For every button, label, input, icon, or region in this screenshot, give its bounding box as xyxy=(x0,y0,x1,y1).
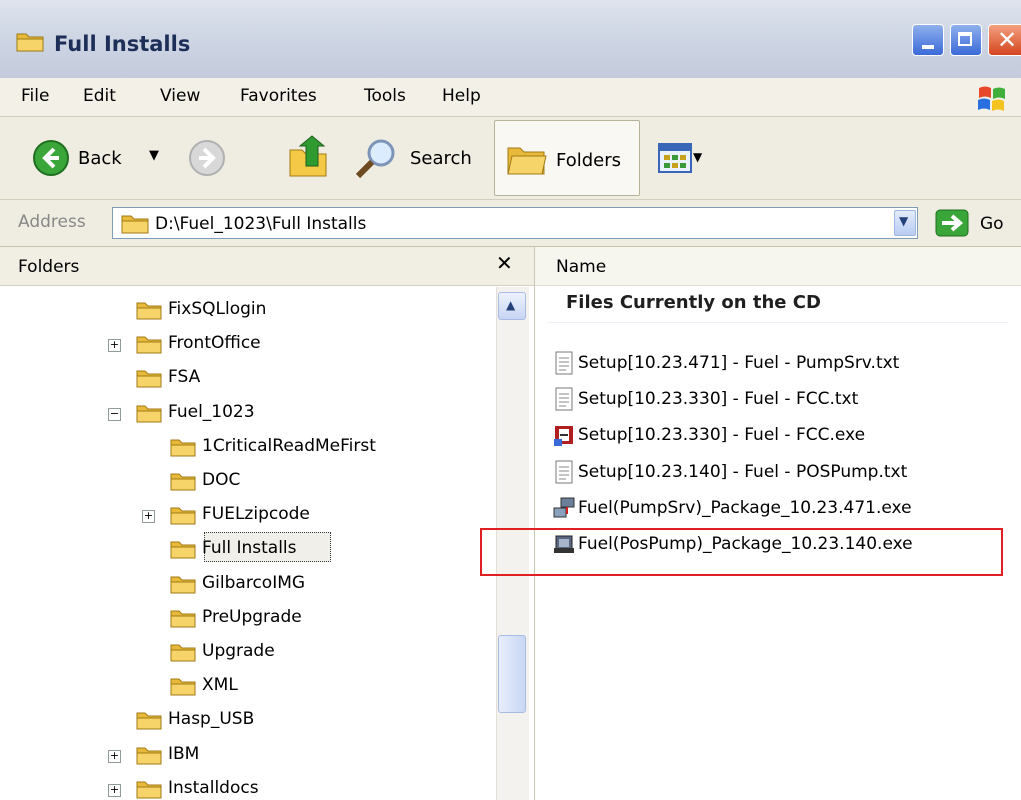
search-icon[interactable] xyxy=(354,137,400,179)
address-folder-icon xyxy=(121,215,149,234)
setup-exe-icon xyxy=(553,423,575,447)
scroll-thumb[interactable] xyxy=(498,635,526,713)
folder-icon xyxy=(170,471,196,491)
folder-tree-label: GilbarcoIMG xyxy=(202,573,306,593)
folder-icon xyxy=(170,574,196,594)
folder-icon xyxy=(170,676,196,696)
close-button[interactable]: ✕ xyxy=(988,24,1021,56)
files-pane xyxy=(535,247,1021,800)
close-icon: ✕ xyxy=(997,26,1018,54)
folder-icon xyxy=(16,33,44,52)
network-exe-icon xyxy=(553,496,575,520)
folders-button-label: Folders xyxy=(556,150,622,171)
address-label: Address xyxy=(18,212,86,232)
folder-icon xyxy=(136,779,162,799)
forward-arrow-icon[interactable] xyxy=(188,139,226,177)
menu-view[interactable]: View xyxy=(160,86,200,106)
windows-logo-icon xyxy=(978,86,1005,111)
folder-tree-label: FrontOffice xyxy=(168,333,261,353)
folder-icon xyxy=(136,710,162,730)
folder-icon xyxy=(136,334,162,354)
folder-tree-label: Hasp_USB xyxy=(168,709,255,729)
folders-pane-close-icon[interactable]: ✕ xyxy=(496,251,513,275)
file-name: Setup[10.23.330] - Fuel - FCC.txt xyxy=(578,389,859,409)
menu-favorites[interactable]: Favorites xyxy=(240,86,317,106)
name-column-header[interactable] xyxy=(535,247,1021,286)
folder-icon xyxy=(170,437,196,457)
folder-icon xyxy=(136,403,162,423)
chevron-down-icon: ▼ xyxy=(899,214,909,228)
expand-icon[interactable]: + xyxy=(108,339,121,352)
explorer-window: Full Installs ✕ File Edit View Favorites… xyxy=(0,0,1021,800)
group-title: Files Currently on the CD xyxy=(566,292,821,313)
folder-icon xyxy=(170,642,196,662)
file-name: Fuel(PumpSrv)_Package_10.23.471.exe xyxy=(578,498,912,518)
folders-pane-header xyxy=(0,247,534,286)
folder-icon xyxy=(170,608,196,628)
address-value[interactable]: D:\Fuel_1023\Full Installs xyxy=(155,214,366,234)
go-button[interactable]: Go xyxy=(980,214,1004,234)
folder-tree-label: PreUpgrade xyxy=(202,607,302,627)
menu-edit[interactable]: Edit xyxy=(83,86,116,106)
expand-icon[interactable]: + xyxy=(108,750,121,763)
views-icon[interactable] xyxy=(658,142,692,174)
expand-icon[interactable]: + xyxy=(142,510,155,523)
text-file-icon xyxy=(553,460,575,484)
folder-tree-label: FixSQLlogin xyxy=(168,299,267,319)
annotation-highlight-box xyxy=(480,528,1003,576)
folder-tree-label: Upgrade xyxy=(202,641,275,661)
folder-icon xyxy=(136,300,162,320)
group-divider xyxy=(548,322,1008,323)
back-button[interactable]: Back xyxy=(78,148,122,169)
folder-icon xyxy=(170,539,196,559)
file-name: Setup[10.23.471] - Fuel - PumpSrv.txt xyxy=(578,353,900,373)
window-title: Full Installs xyxy=(54,32,191,56)
folder-tree-label: Full Installs xyxy=(202,538,297,558)
folders-pane-title: Folders xyxy=(18,257,80,277)
name-column-label: Name xyxy=(556,257,607,277)
scroll-up-button[interactable]: ▲ xyxy=(498,292,526,320)
text-file-icon xyxy=(553,387,575,411)
search-button[interactable]: Search xyxy=(410,148,472,169)
views-dropdown-icon[interactable]: ▼ xyxy=(693,150,702,164)
folder-icon xyxy=(136,745,162,765)
expand-icon[interactable]: + xyxy=(108,784,121,797)
folder-icon xyxy=(136,368,162,388)
menu-help[interactable]: Help xyxy=(442,86,481,106)
folder-icon xyxy=(170,505,196,525)
address-dropdown-button[interactable]: ▼ xyxy=(894,210,916,236)
text-file-icon xyxy=(553,351,575,375)
folder-tree-label: 1CriticalReadMeFirst xyxy=(202,436,376,456)
folders-icon xyxy=(507,147,547,175)
back-arrow-icon[interactable] xyxy=(32,139,70,177)
back-dropdown-icon[interactable]: ▼ xyxy=(149,148,159,163)
chevron-up-icon: ▲ xyxy=(506,298,516,312)
file-name: Setup[10.23.330] - Fuel - FCC.exe xyxy=(578,425,866,445)
folder-tree-label: IBM xyxy=(168,744,200,764)
folder-tree-label: DOC xyxy=(202,470,241,490)
menu-bar xyxy=(0,78,1021,117)
folder-tree-label: FUELzipcode xyxy=(202,504,310,524)
folder-tree-label: Installdocs xyxy=(168,778,259,798)
menu-file[interactable]: File xyxy=(21,86,49,106)
folder-tree-label: FSA xyxy=(168,367,201,387)
maximize-button[interactable] xyxy=(950,24,982,56)
minimize-button[interactable] xyxy=(912,24,944,56)
up-folder-icon[interactable] xyxy=(286,134,330,180)
folder-tree-label: Fuel_1023 xyxy=(168,402,255,422)
folder-tree-label: XML xyxy=(202,675,238,695)
go-arrow-icon[interactable] xyxy=(934,208,970,238)
file-name: Setup[10.23.140] - Fuel - POSPump.txt xyxy=(578,462,908,482)
collapse-icon[interactable]: − xyxy=(108,408,121,421)
menu-tools[interactable]: Tools xyxy=(364,86,406,106)
